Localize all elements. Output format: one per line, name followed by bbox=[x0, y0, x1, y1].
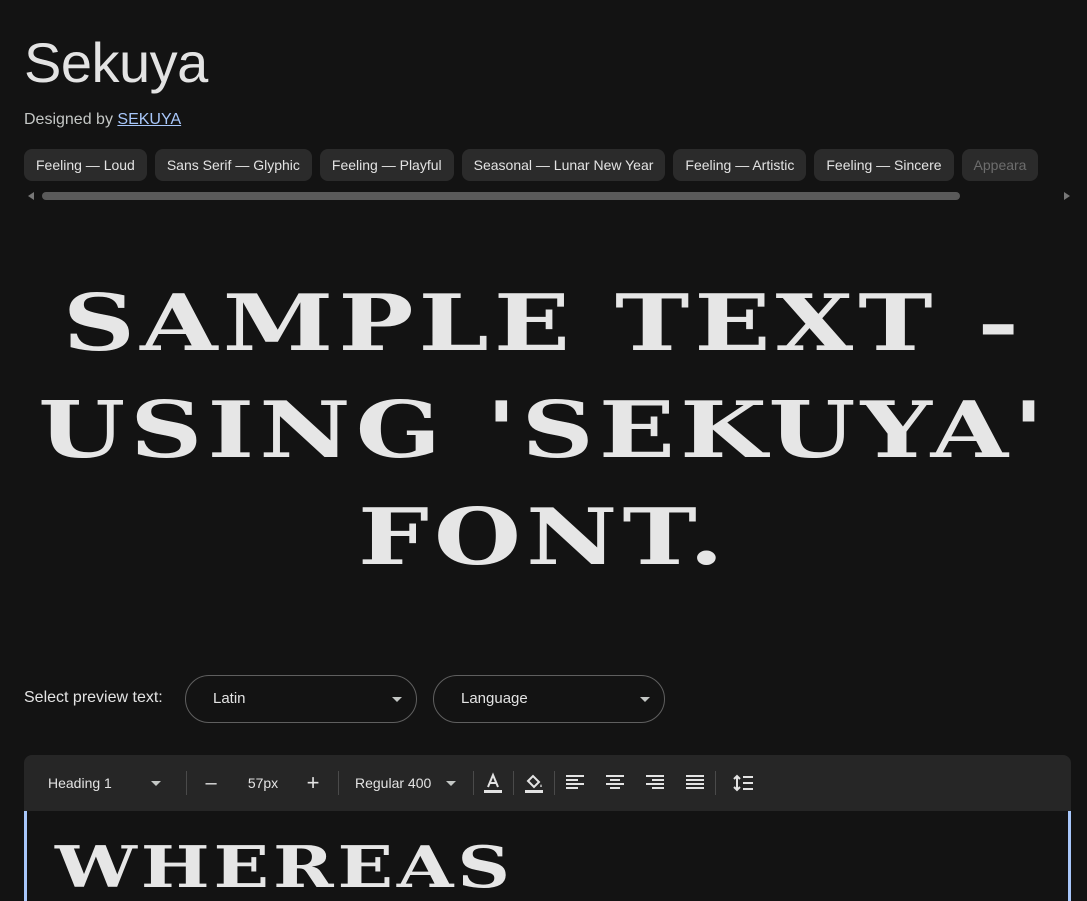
chevron-down-icon bbox=[151, 781, 161, 786]
increase-size-button[interactable]: + bbox=[300, 755, 326, 811]
designer-link[interactable]: SEKUYA bbox=[117, 111, 181, 128]
chevron-down-icon bbox=[392, 697, 402, 702]
scroll-right-arrow-icon[interactable] bbox=[1064, 192, 1070, 200]
designer-line: Designed by SEKUYA bbox=[24, 111, 181, 129]
tag-chip[interactable]: Feeling — Playful bbox=[319, 149, 454, 181]
weight-select-value: Regular 400 bbox=[355, 775, 432, 791]
tag-chip[interactable]: Appeara bbox=[961, 149, 1039, 181]
toolbar-divider bbox=[554, 771, 555, 795]
highlight-color-icon[interactable] bbox=[522, 771, 546, 795]
toolbar-divider bbox=[338, 771, 339, 795]
tag-chip[interactable]: Feeling — Loud bbox=[24, 149, 147, 181]
tag-chip[interactable]: Feeling — Sincere bbox=[814, 149, 954, 181]
line-height-icon[interactable] bbox=[732, 771, 756, 795]
toolbar-divider bbox=[513, 771, 514, 795]
align-left-icon[interactable] bbox=[563, 771, 587, 795]
align-right-icon[interactable] bbox=[643, 771, 667, 795]
tag-chip[interactable]: Seasonal — Lunar New Year bbox=[461, 149, 666, 181]
tag-chip[interactable]: Feeling — Artistic bbox=[673, 149, 807, 181]
script-dropdown-value: Latin bbox=[213, 690, 246, 707]
font-title: Sekuya bbox=[24, 31, 208, 94]
scrollbar-thumb[interactable] bbox=[42, 192, 960, 200]
align-center-icon[interactable] bbox=[603, 771, 627, 795]
editor-toolbar: Heading 1 – 57px + Regular 400 bbox=[24, 755, 1071, 811]
editor-text[interactable]: WHEREAS bbox=[55, 833, 514, 901]
font-size-value[interactable]: 57px bbox=[238, 755, 288, 811]
designer-prefix: Designed by bbox=[24, 111, 113, 128]
preview-text-label: Select preview text: bbox=[24, 689, 163, 706]
toolbar-divider bbox=[715, 771, 716, 795]
decrease-size-button[interactable]: – bbox=[198, 755, 224, 811]
tag-list: Feeling — Loud Sans Serif — Glyphic Feel… bbox=[24, 149, 1087, 181]
chevron-down-icon bbox=[446, 781, 456, 786]
weight-select[interactable]: Regular 400 bbox=[355, 755, 465, 811]
language-dropdown-value: Language bbox=[461, 690, 528, 707]
tags-scrollbar[interactable] bbox=[24, 190, 1074, 202]
sample-text-preview: SAMPLE TEXT - USING 'SEKUYA' FONT. bbox=[0, 270, 1087, 591]
toolbar-divider bbox=[186, 771, 187, 795]
toolbar-divider bbox=[473, 771, 474, 795]
chevron-down-icon bbox=[640, 697, 650, 702]
text-color-icon[interactable] bbox=[481, 771, 505, 795]
style-select[interactable]: Heading 1 bbox=[48, 755, 186, 811]
script-dropdown[interactable]: Latin bbox=[185, 675, 417, 723]
style-select-value: Heading 1 bbox=[48, 775, 112, 791]
type-tester-editor[interactable]: WHEREAS bbox=[24, 811, 1071, 901]
tag-chip[interactable]: Sans Serif — Glyphic bbox=[154, 149, 312, 181]
language-dropdown[interactable]: Language bbox=[433, 675, 665, 723]
sample-text: SAMPLE TEXT - USING 'SEKUYA' FONT. bbox=[38, 278, 1049, 583]
align-justify-icon[interactable] bbox=[683, 771, 707, 795]
scroll-left-arrow-icon[interactable] bbox=[28, 192, 34, 200]
